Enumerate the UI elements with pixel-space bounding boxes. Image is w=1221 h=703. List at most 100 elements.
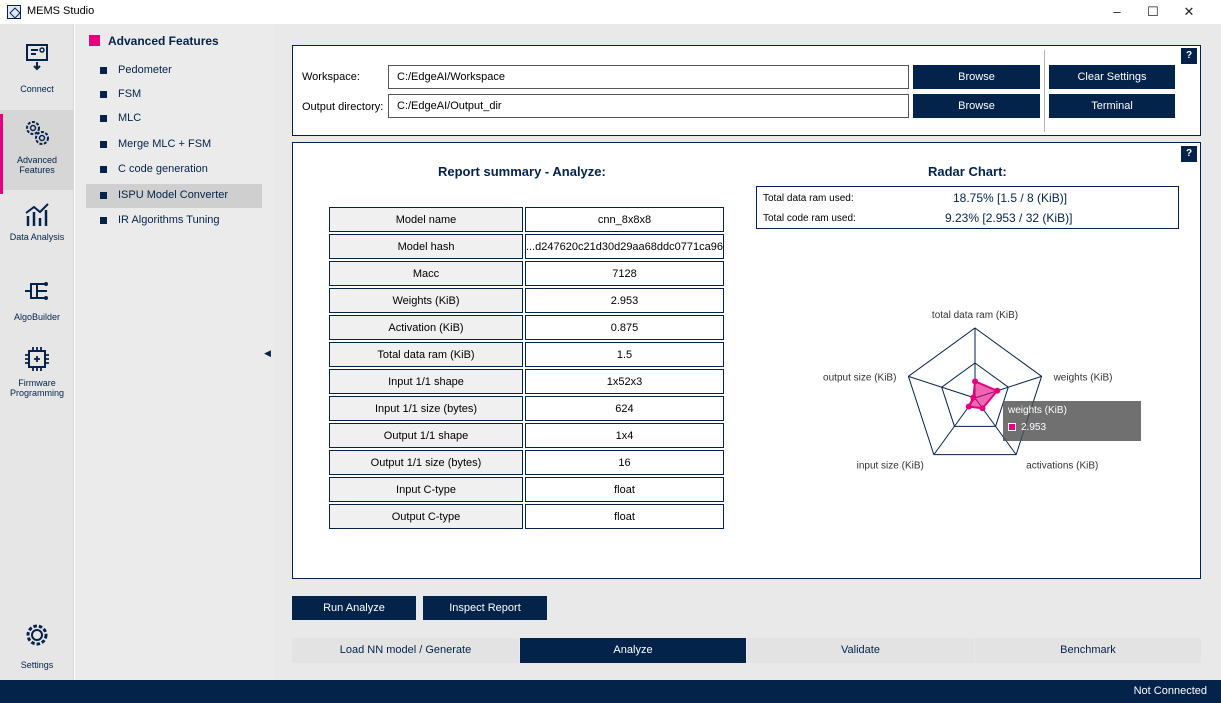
- feature-item-ir-algorithms-tuning[interactable]: IR Algorithms Tuning: [86, 209, 262, 233]
- report-value-cell: 624: [525, 396, 724, 421]
- feature-item-merge-mlc-fsm[interactable]: Merge MLC + FSM: [86, 133, 262, 157]
- nav-data-analysis[interactable]: Data Analysis: [0, 192, 74, 268]
- inspect-report-button[interactable]: Inspect Report: [423, 596, 547, 620]
- workspace-label: Workspace:: [302, 71, 360, 83]
- report-key-cell: Output 1/1 shape: [329, 423, 523, 448]
- tooltip-swatch: [1008, 423, 1016, 431]
- report-key-cell: Model name: [329, 207, 523, 232]
- active-nav-marker: [0, 114, 3, 194]
- tab-validate[interactable]: Validate: [747, 638, 974, 663]
- feature-item-c-code-generation[interactable]: C code generation: [86, 158, 262, 182]
- paths-help-button[interactable]: ?: [1181, 48, 1197, 64]
- feature-item-ispu-model-converter[interactable]: ISPU Model Converter: [86, 184, 262, 208]
- feature-item-label: Merge MLC + FSM: [118, 138, 212, 150]
- feature-item-label: FSM: [118, 88, 142, 100]
- radar-axis-label: output size (KiB): [823, 372, 896, 383]
- terminal-button[interactable]: Terminal: [1049, 94, 1175, 118]
- nav-firmware-label: Firmware Programming: [9, 378, 65, 398]
- bullet-icon: [100, 67, 107, 74]
- report-key-cell: Output C-type: [329, 504, 523, 529]
- report-key-cell: Input C-type: [329, 477, 523, 502]
- app-logo-icon: [7, 5, 21, 19]
- nav-advanced-features[interactable]: Advanced Features: [0, 110, 74, 190]
- nav-connect[interactable]: Connect: [0, 34, 74, 110]
- code-ram-label: Total code ram used:: [763, 213, 856, 224]
- radar-data-point[interactable]: [970, 394, 977, 401]
- connect-icon: [26, 44, 48, 71]
- nav-algobuilder-label: AlgoBuilder: [13, 312, 61, 322]
- chart-icon: [25, 203, 49, 226]
- bullet-icon: [100, 115, 107, 122]
- report-value-cell: 1x4: [525, 423, 724, 448]
- workspace-browse-button[interactable]: Browse: [913, 65, 1040, 89]
- report-row: Output 1/1 shape 1x4: [329, 423, 724, 448]
- nav-algobuilder[interactable]: AlgoBuilder: [0, 268, 74, 344]
- radar-axis-label: activations (KiB): [1026, 461, 1098, 472]
- report-row: Input 1/1 size (bytes) 624: [329, 396, 724, 421]
- title-bar: MEMS Studio – ☐ ✕: [0, 0, 1221, 24]
- output-browse-button[interactable]: Browse: [913, 94, 1040, 118]
- radar-axis-line: [908, 375, 976, 399]
- nav-firmware-programming[interactable]: Firmware Programming: [0, 336, 74, 412]
- radar-axis-label: weights (KiB): [1053, 372, 1113, 383]
- maximize-button[interactable]: ☐: [1137, 2, 1169, 22]
- nav-data-analysis-label: Data Analysis: [9, 232, 65, 242]
- report-key-cell: Input 1/1 size (bytes): [329, 396, 523, 421]
- report-row: Weights (KiB) 2.953: [329, 288, 724, 313]
- report-row: Total data ram (KiB) 1.5: [329, 342, 724, 367]
- run-analyze-button[interactable]: Run Analyze: [292, 596, 416, 620]
- tab-analyze[interactable]: Analyze: [520, 638, 746, 663]
- report-value-cell: ...d247620c21d30d29aa68ddc0771ca96: [525, 234, 724, 259]
- feature-item-label: Pedometer: [118, 64, 172, 76]
- ram-usage-box: Total data ram used: 18.75% [1.5 / 8 (Ki…: [756, 186, 1179, 229]
- report-value-cell: cnn_8x8x8: [525, 207, 724, 232]
- radar-data-point[interactable]: [994, 387, 1001, 394]
- bullet-icon: [100, 141, 107, 148]
- panel-divider: [1044, 50, 1045, 132]
- tab-benchmark[interactable]: Benchmark: [975, 638, 1201, 663]
- report-key-cell: Macc: [329, 261, 523, 286]
- radar-data-point[interactable]: [979, 405, 986, 412]
- collapse-panel-icon[interactable]: ◀: [264, 348, 271, 359]
- radar-data-point[interactable]: [965, 403, 972, 410]
- report-table: Model name cnn_8x8x8 Model hash ...d247620c…: [327, 205, 726, 531]
- radar-series: [965, 378, 1001, 412]
- report-row: Model name cnn_8x8x8: [329, 207, 724, 232]
- connection-status: Not Connected: [1133, 685, 1207, 697]
- radar-axis-label: total data ram (KiB): [932, 310, 1018, 321]
- feature-item-label: C code generation: [118, 163, 208, 175]
- nav-settings[interactable]: Settings: [0, 612, 74, 688]
- algobuilder-icon: [25, 282, 48, 300]
- radar-title: Radar Chart:: [928, 164, 1007, 179]
- feature-item-fsm[interactable]: FSM: [86, 83, 262, 107]
- bullet-icon: [100, 192, 107, 199]
- data-ram-label: Total data ram used:: [763, 193, 854, 204]
- radar-chart: total data ram (KiB) weights (KiB) activat…: [823, 310, 1113, 472]
- feature-item-label: IR Algorithms Tuning: [118, 214, 220, 226]
- workspace-field[interactable]: C:/EdgeAI/Workspace: [388, 65, 909, 89]
- report-row: Input C-type float: [329, 477, 724, 502]
- report-row: Macc 7128: [329, 261, 724, 286]
- report-value-cell: 1.5: [525, 342, 724, 367]
- output-directory-label: Output directory:: [302, 101, 384, 113]
- report-row: Output C-type float: [329, 504, 724, 529]
- report-key-cell: Total data ram (KiB): [329, 342, 523, 367]
- close-button[interactable]: ✕: [1173, 2, 1205, 22]
- radar-axis-label: input size (KiB): [857, 461, 924, 472]
- minimize-button[interactable]: –: [1101, 2, 1133, 22]
- output-directory-field[interactable]: C:/EdgeAI/Output_dir: [388, 94, 909, 118]
- tab-load-nn-model[interactable]: Load NN model / Generate: [292, 638, 519, 663]
- chip-icon: [25, 347, 49, 371]
- main-nav-sidebar: Connect Advanced Features Data Analysis …: [0, 24, 74, 680]
- bullet-icon: [100, 91, 107, 98]
- clear-settings-button[interactable]: Clear Settings: [1049, 65, 1175, 89]
- report-value-cell: 7128: [525, 261, 724, 286]
- tooltip-title: weights (KiB): [1008, 405, 1067, 416]
- feature-item-mlc[interactable]: MLC: [86, 107, 262, 131]
- feature-item-label: ISPU Model Converter: [118, 189, 229, 201]
- radar-data-point[interactable]: [972, 378, 978, 385]
- bullet-icon: [100, 166, 107, 173]
- report-row: Input 1/1 shape 1x52x3: [329, 369, 724, 394]
- report-help-button[interactable]: ?: [1181, 146, 1197, 162]
- feature-item-pedometer[interactable]: Pedometer: [86, 59, 262, 83]
